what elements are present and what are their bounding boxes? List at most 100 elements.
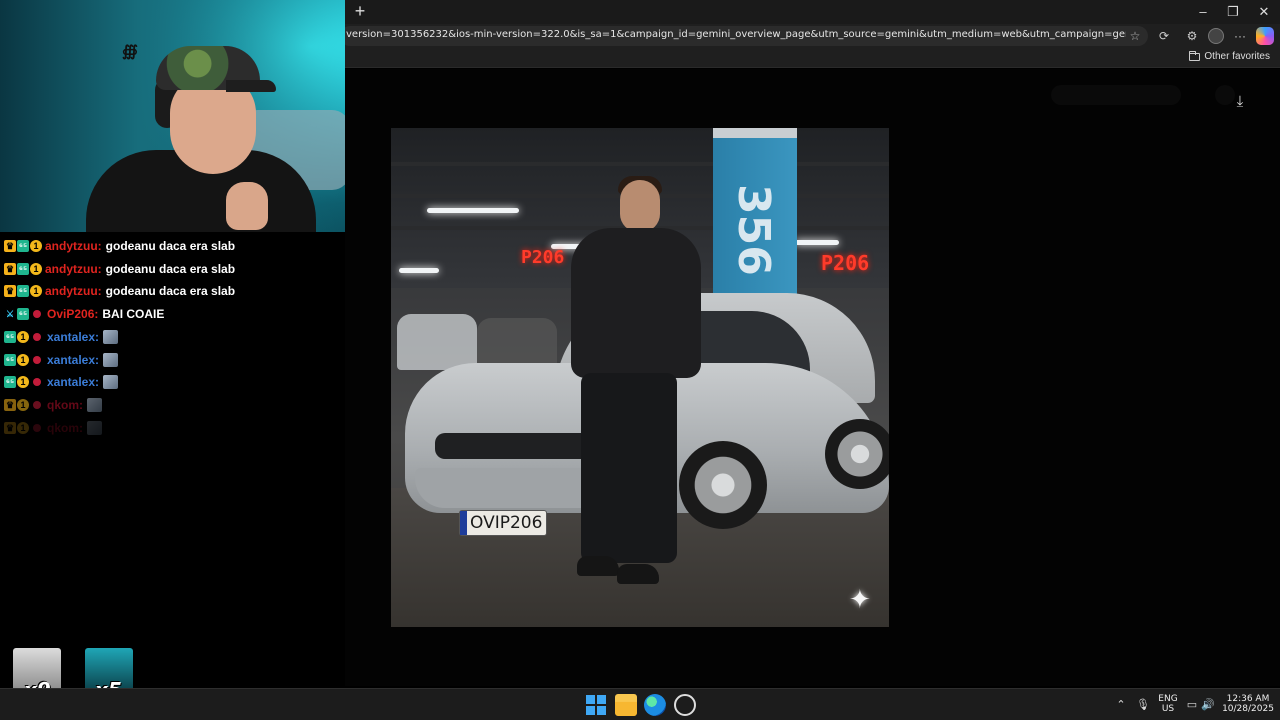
chat-message: ♛ ⁶⁵ 1 andytzuu: godeanu daca era slab bbox=[4, 259, 235, 279]
status-dot-icon bbox=[33, 332, 41, 341]
head bbox=[620, 180, 660, 232]
chat-username[interactable]: xantalex: bbox=[47, 375, 99, 389]
chat-username[interactable]: xantalex: bbox=[47, 330, 99, 344]
language-indicator[interactable]: ENG US bbox=[1156, 694, 1180, 714]
status-dot-icon bbox=[33, 378, 41, 387]
ceiling-lamp bbox=[427, 208, 519, 213]
subscriber-badge-icon: ⁶⁵ bbox=[17, 308, 29, 321]
tier-badge-icon: 1 bbox=[17, 330, 29, 343]
profile-avatar[interactable] bbox=[1208, 28, 1224, 44]
file-explorer-icon[interactable] bbox=[615, 694, 637, 716]
license-plate: OVIP206 bbox=[459, 510, 547, 536]
start-button[interactable] bbox=[585, 694, 607, 716]
subscriber-badge-icon: ⁶⁵ bbox=[17, 262, 29, 275]
chat-username[interactable]: andytzuu: bbox=[45, 239, 102, 253]
tier-badge-icon: 1 bbox=[17, 421, 29, 434]
close-button[interactable]: ✕ bbox=[1249, 3, 1279, 21]
tier-badge-icon: 1 bbox=[17, 398, 29, 411]
chat-message: ♛ ⁶⁵ 1 andytzuu: godeanu daca era slab bbox=[4, 281, 235, 301]
windows-logo-icon bbox=[586, 695, 595, 704]
crown-badge-icon: ♛ bbox=[4, 240, 16, 252]
subscriber-badge-icon: ⁶⁵ bbox=[17, 285, 29, 298]
crown-badge-icon: ♛ bbox=[4, 398, 16, 411]
streamer-hand bbox=[226, 182, 268, 230]
app-icon[interactable] bbox=[674, 694, 696, 716]
chat-username[interactable]: qkom: bbox=[47, 398, 83, 412]
ceiling-beam bbox=[391, 162, 889, 166]
url-text[interactable]: version=301356232&ios-min-version=322.0&… bbox=[346, 29, 1126, 40]
folder-icon bbox=[1189, 50, 1201, 61]
chat-username[interactable]: xantalex: bbox=[47, 353, 99, 367]
mic-icon[interactable]: 🎙 bbox=[1135, 697, 1151, 713]
language-label: ENG bbox=[1158, 694, 1178, 704]
other-favorites-label: Other favorites bbox=[1204, 51, 1270, 62]
tier-badge-icon: 1 bbox=[17, 376, 29, 389]
windows-logo-icon bbox=[586, 706, 595, 715]
chat-text: godeanu daca era slab bbox=[105, 239, 236, 253]
chat-text: godeanu daca era slab bbox=[105, 284, 236, 299]
windows-logo-icon bbox=[597, 695, 606, 704]
chat-username[interactable]: OviP206: bbox=[47, 307, 98, 321]
chat-text: godeanu daca era slab bbox=[105, 261, 236, 276]
sword-badge-icon: ⚔ bbox=[5, 309, 15, 320]
neon-sign-left: P206 bbox=[521, 247, 565, 268]
front-wheel bbox=[679, 441, 767, 529]
chat-username[interactable]: andytzuu: bbox=[45, 262, 102, 276]
crown-badge-icon: ♛ bbox=[4, 285, 16, 298]
volume-icon[interactable]: 🔊 bbox=[1200, 697, 1216, 713]
ceiling-lamp bbox=[399, 268, 439, 273]
status-dot-icon bbox=[33, 423, 41, 432]
webcam-overlay: ∰ bbox=[0, 0, 345, 232]
status-dot-icon bbox=[33, 355, 41, 364]
crown-badge-icon: ♛ bbox=[4, 262, 16, 275]
other-favorites-button[interactable]: Other favorites bbox=[1189, 50, 1270, 62]
tier-badge-icon: 1 bbox=[30, 285, 42, 298]
chat-username[interactable]: qkom: bbox=[47, 421, 83, 435]
chat-emote-icon bbox=[103, 329, 119, 344]
more-menu-icon[interactable]: ··· bbox=[1230, 26, 1250, 46]
subscriber-badge-icon: ⁶⁵ bbox=[4, 353, 16, 366]
chat-message: ⁶⁵ 1 xantalex: bbox=[4, 350, 119, 370]
restore-button[interactable]: ❐ bbox=[1218, 3, 1248, 21]
address-bar[interactable]: version=301356232&ios-min-version=322.0&… bbox=[340, 26, 1148, 46]
status-dot-icon bbox=[33, 400, 41, 409]
clock[interactable]: 12:36 AM 10/28/2025 bbox=[1222, 694, 1274, 714]
status-dot-icon bbox=[33, 310, 41, 319]
favorite-star-icon[interactable]: ☆ bbox=[1126, 26, 1144, 46]
chat-message: ⁶⁵ 1 xantalex: bbox=[4, 372, 119, 392]
chat-emote-icon bbox=[87, 420, 102, 435]
ceiling-lamp bbox=[795, 240, 839, 245]
chevron-up-icon[interactable]: ⌃ bbox=[1113, 697, 1129, 713]
subscriber-badge-icon: ⁶⁵ bbox=[4, 376, 16, 389]
download-icon[interactable]: ⤓ bbox=[1230, 92, 1250, 112]
rear-wheel bbox=[825, 419, 889, 489]
edge-browser-icon[interactable] bbox=[644, 694, 666, 716]
shoe bbox=[617, 564, 659, 584]
chat-username[interactable]: andytzuu: bbox=[45, 284, 102, 298]
minimize-button[interactable]: – bbox=[1188, 3, 1218, 21]
refresh-icon[interactable]: ⟳ bbox=[1154, 26, 1174, 46]
clock-time: 12:36 AM bbox=[1226, 694, 1270, 704]
pillar-number: 356 bbox=[728, 184, 779, 276]
chat-message: ⚔ ⁶⁵ OviP206: BAI COAIE bbox=[4, 304, 164, 324]
subscriber-badge-icon: ⁶⁵ bbox=[4, 330, 16, 343]
windows-taskbar: ⌃ 🎙 ENG US ▭ 🔊 12:36 AM 10/28/2025 bbox=[0, 688, 1280, 720]
windows-logo-icon bbox=[597, 706, 606, 715]
new-tab-button[interactable]: + bbox=[350, 2, 370, 22]
crown-badge-icon: ♛ bbox=[4, 421, 16, 434]
subscriber-badge-icon: ⁶⁵ bbox=[17, 240, 29, 252]
neon-sign-right: P206 bbox=[821, 251, 870, 275]
generated-image[interactable]: 356 P206 P206 OVIP206 ✦ bbox=[391, 128, 889, 627]
shoe bbox=[577, 556, 619, 576]
chat-message: ⁶⁵ 1 xantalex: bbox=[4, 327, 119, 347]
copilot-icon[interactable] bbox=[1256, 27, 1274, 45]
chat-text: BAI COAIE bbox=[102, 307, 165, 322]
cap-visor bbox=[226, 80, 276, 92]
wall-sign: ∰ bbox=[122, 42, 138, 60]
extensions-icon[interactable]: ⚙ bbox=[1182, 26, 1202, 46]
chat-message: ♛ 1 qkom: bbox=[4, 395, 102, 415]
display-icon[interactable]: ▭ bbox=[1184, 697, 1200, 713]
chat-message: ♛ 1 qkom: bbox=[4, 418, 102, 438]
tier-badge-icon: 1 bbox=[30, 240, 42, 252]
legs bbox=[581, 373, 677, 563]
